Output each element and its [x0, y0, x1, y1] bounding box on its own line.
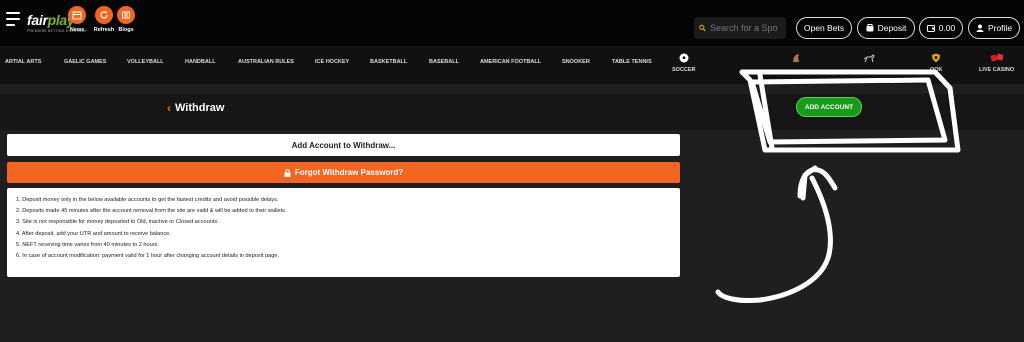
list-item: 4. After deposit, add your UTR and amoun… [16, 230, 171, 237]
sport-volleyball[interactable]: VOLLEYBALL [127, 59, 164, 65]
add-account-button[interactable]: ADD ACCOUNT [796, 97, 862, 117]
search-icon [699, 24, 706, 32]
sport-basketball[interactable]: BASKETBALL [370, 59, 407, 65]
newspaper-icon [117, 6, 135, 24]
greyhound-icon [863, 54, 875, 63]
wallet-icon [866, 24, 874, 32]
news-link[interactable]: News [62, 6, 92, 33]
sport-ice-hockey[interactable]: ICE HOCKEY [315, 59, 349, 65]
forgot-password-button[interactable]: Forgot Withdraw Password? [7, 162, 680, 183]
sport-gaelic-games[interactable]: GAELIC GAMES [64, 59, 106, 65]
user-icon [976, 24, 984, 32]
list-item: 6. In case of account modification: paym… [16, 252, 280, 259]
profile-label: Profile [987, 23, 1013, 33]
blogs-link[interactable]: Blogs [111, 6, 141, 33]
list-item: 3. Site is not responsible for money dep… [16, 219, 219, 226]
sport-greyhound[interactable] [863, 53, 875, 67]
menu-icon[interactable] [6, 12, 20, 26]
live-casino[interactable]: LIVE CASINO [979, 53, 1014, 73]
sport-table-tennis[interactable]: TABLE TENNIS [612, 59, 652, 65]
list-item: 5. NEFT receiving time varies from 40 mi… [16, 241, 159, 248]
list-item: 1. Deposit money only in the below avail… [16, 197, 279, 203]
add-account-to-withdraw-button[interactable]: Add Account to Withdraw... [7, 134, 680, 156]
blogs-label: Blogs [118, 27, 134, 33]
list-item: 2. Deposits made 45 minutes after the ac… [16, 208, 287, 215]
balance-button[interactable]: 0.00 [919, 17, 963, 39]
sport-martial-arts[interactable]: ARTIAL ARTS [5, 59, 41, 65]
balance-value: 0.00 [938, 23, 956, 33]
open-bets-label: Open Bets [803, 23, 845, 33]
calendar-icon [68, 6, 86, 24]
card-icon [926, 24, 935, 32]
page-header-strip [0, 94, 1024, 130]
add-account-label: ADD ACCOUNT [804, 103, 854, 111]
forgot-password-label: Forgot Withdraw Password? [294, 168, 404, 177]
sport-soccer[interactable]: SOCCER [672, 53, 696, 73]
back-link[interactable]: ‹ Withdraw [167, 101, 224, 115]
top-bar: fairplay PREMIERE BETTING EXCHANGE News … [0, 0, 1024, 46]
horse-icon [793, 54, 799, 62]
search-input[interactable] [710, 23, 786, 33]
deposit-notes: 1. Deposit money only in the below avail… [7, 188, 680, 277]
sport-snooker[interactable]: SNOOKER [562, 59, 590, 65]
sport-soccer-label: SOCCER [672, 67, 696, 73]
news-label: News [69, 27, 85, 33]
deposit-label: Deposit [877, 23, 907, 33]
sport-australian-rules[interactable]: AUSTRALIAN RULES [238, 59, 294, 65]
sports-nav: ARTIAL ARTS GAELIC GAMES VOLLEYBALL HAND… [0, 46, 1024, 84]
soccer-ball-icon [679, 53, 689, 63]
sport-horse-racing[interactable] [791, 53, 801, 67]
chevron-left-icon: ‹ [167, 101, 171, 115]
dice-icon [990, 53, 1004, 62]
live-casino-label: LIVE CASINO [979, 67, 1015, 73]
sport-american-football[interactable]: AMERICAN FOOTBALL [480, 59, 541, 65]
sportsbook-label: OOK [930, 67, 943, 73]
add-account-to-withdraw-label: Add Account to Withdraw... [291, 140, 396, 150]
sport-baseball[interactable]: BASEBALL [429, 59, 459, 65]
sport-handball[interactable]: HANDBALL [185, 59, 216, 65]
lock-icon [284, 168, 291, 177]
open-bets-button[interactable]: Open Bets [796, 17, 852, 39]
search-box[interactable] [694, 17, 786, 39]
page-title: Withdraw [175, 102, 225, 114]
deposit-button[interactable]: Deposit [857, 17, 915, 39]
profile-button[interactable]: Profile [968, 17, 1020, 39]
shield-icon [932, 53, 941, 63]
sportsbook[interactable]: OOK [930, 53, 943, 73]
